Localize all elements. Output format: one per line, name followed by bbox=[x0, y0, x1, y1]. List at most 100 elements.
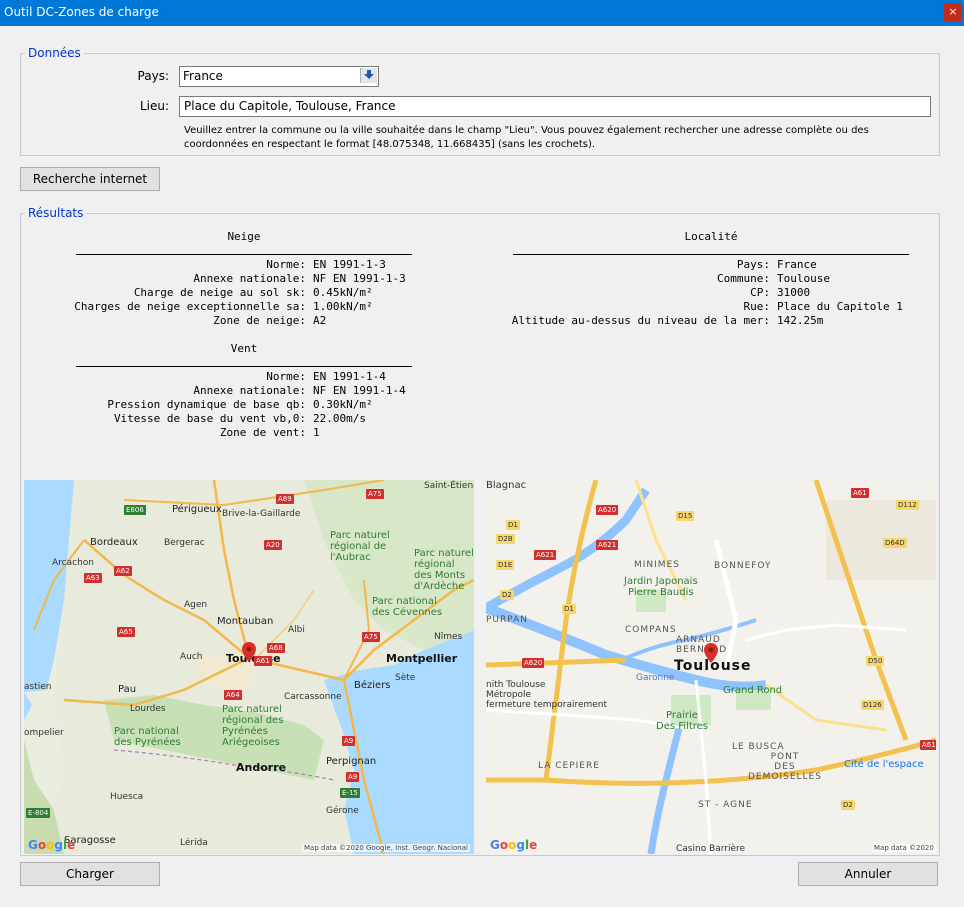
map-attribution: Map data ©2020 bbox=[872, 844, 936, 852]
localite-value: France bbox=[777, 258, 817, 271]
neige-key: Charge de neige au sol sk: bbox=[133, 286, 306, 299]
map-label-compans: COMPANS bbox=[625, 625, 677, 635]
map-label-st-agne: ST - AGNE bbox=[698, 800, 753, 810]
resultats-legend: Résultats bbox=[28, 206, 84, 220]
dropdown-arrow-icon[interactable] bbox=[360, 68, 377, 83]
map-label-bordeaux: Bordeaux bbox=[90, 537, 138, 548]
map-label-nimes: Nîmes bbox=[434, 632, 463, 642]
road-tag: A621 bbox=[534, 550, 557, 560]
map-label-blagnac: Blagnac bbox=[486, 480, 527, 491]
road-tag: D15 bbox=[676, 511, 695, 521]
road-tag: A65 bbox=[117, 627, 135, 637]
vent-key: Zone de vent: bbox=[219, 426, 306, 439]
road-tag: A20 bbox=[264, 540, 282, 550]
road-tag: D50 bbox=[866, 656, 885, 666]
map-label-sete: Sète bbox=[395, 673, 416, 683]
map-label-agen: Agen bbox=[184, 600, 208, 610]
road-tag: A62 bbox=[114, 566, 132, 576]
road-tag: A68 bbox=[267, 643, 285, 653]
road-tag: D2 bbox=[841, 800, 855, 810]
map-label-arnaud: ARNAUD BERNARD bbox=[676, 635, 728, 655]
close-icon[interactable]: × bbox=[944, 3, 962, 21]
neige-value: NF EN 1991-1-3 bbox=[313, 272, 406, 285]
map-label-jardin: Jardin Japonais Pierre Baudis bbox=[624, 576, 698, 598]
map-attribution: Map data ©2020 Google, Inst. Geogr. Naci… bbox=[302, 844, 470, 852]
map-label-auch: Auch bbox=[180, 652, 203, 662]
localite-key: Pays: bbox=[736, 258, 770, 271]
localite-value: Place du Capitole 1 bbox=[777, 300, 903, 313]
map-label-cepiere: LA CEPIERE bbox=[538, 761, 600, 771]
vent-title: Vent bbox=[230, 342, 258, 355]
map-label-andorre: Andorre bbox=[236, 761, 287, 774]
neige-value: A2 bbox=[313, 314, 327, 327]
recherche-internet-button[interactable]: Recherche internet bbox=[20, 167, 160, 191]
map-label-garonne: Garonne bbox=[636, 673, 675, 683]
road-tag: E-804 bbox=[26, 808, 51, 818]
neige-key: Annexe nationale: bbox=[193, 272, 306, 285]
neige-key: Zone de neige: bbox=[213, 314, 306, 327]
road-tag: A75 bbox=[366, 489, 384, 499]
localite-key: Commune: bbox=[717, 272, 770, 285]
localite-value: 31000 bbox=[777, 286, 811, 299]
road-tag: D1 bbox=[506, 520, 520, 530]
road-tag: A620 bbox=[522, 658, 545, 668]
map-label-huesca: Huesca bbox=[110, 792, 144, 802]
map-label-minimes: MINIMES bbox=[634, 560, 680, 570]
road-tag: A61 bbox=[920, 740, 936, 750]
road-tag: A75 bbox=[362, 632, 380, 642]
vent-key: Pression dynamique de base qb: bbox=[107, 398, 306, 411]
pays-label: Pays: bbox=[137, 69, 169, 83]
map-label-bergerac: Bergerac bbox=[164, 538, 205, 548]
road-tag: D112 bbox=[896, 500, 919, 510]
map-label-lourdes: Lourdes bbox=[130, 704, 166, 714]
localite-value: Toulouse bbox=[777, 272, 830, 285]
map-label-park-cevennes: Parc national des Cévennes bbox=[372, 596, 443, 618]
charger-button[interactable]: Charger bbox=[20, 862, 160, 886]
map-label-bonnefoy: BONNEFOY bbox=[714, 561, 772, 571]
road-tag: A621 bbox=[596, 540, 619, 550]
localite-rule bbox=[513, 254, 909, 255]
vent-value: 0.30kN/m² bbox=[313, 398, 373, 411]
map-label-busca: LE BUSCA bbox=[732, 742, 785, 752]
neige-value: EN 1991-1-3 bbox=[313, 258, 386, 271]
map-label-brive: Brive-la-Gaillarde bbox=[222, 509, 301, 519]
map-label-albi: Albi bbox=[288, 625, 305, 635]
neige-value: 1.00kN/m² bbox=[313, 300, 373, 313]
pays-select[interactable]: France bbox=[179, 66, 379, 87]
road-tag: A9 bbox=[346, 772, 360, 782]
hint-line-2: coordonnées en respectant le format [48.… bbox=[184, 139, 596, 150]
map-label-saint-etienne: Saint-Étienne bbox=[424, 481, 474, 491]
lieu-input[interactable] bbox=[180, 97, 928, 115]
road-tag: A9 bbox=[342, 736, 356, 746]
road-tag: A63 bbox=[84, 573, 102, 583]
map-label-arcachon: Arcachon bbox=[52, 558, 94, 568]
map-label-montauban: Montauban bbox=[217, 616, 274, 627]
road-tag: D2 bbox=[500, 590, 514, 600]
location-pin-icon[interactable] bbox=[242, 642, 256, 662]
map-label-lerida: Lérida bbox=[180, 838, 208, 848]
google-logo: Google bbox=[490, 838, 538, 852]
lieu-field[interactable] bbox=[179, 96, 931, 117]
neige-rule bbox=[76, 254, 412, 255]
map-label-park-pyrenees: Parc national des Pyrénées bbox=[114, 726, 181, 748]
city-map[interactable]: Blagnac MINIMES BONNEFOY Jardin Japonais… bbox=[486, 480, 936, 854]
lieu-hint: Veuillez entrer la commune ou la ville s… bbox=[184, 124, 914, 152]
road-tag: D64D bbox=[883, 538, 907, 548]
vent-value: 1 bbox=[313, 426, 320, 439]
window-title: Outil DC-Zones de charge bbox=[4, 5, 159, 19]
location-pin-icon[interactable] bbox=[704, 643, 718, 663]
hint-line-1: Veuillez entrer la commune ou la ville s… bbox=[184, 125, 869, 136]
road-tag: D1E bbox=[496, 560, 515, 570]
map-label-montpellier: Montpellier bbox=[386, 652, 458, 665]
region-map[interactable]: Saint-Étienne Périgueux Brive-la-Gaillar… bbox=[24, 480, 474, 854]
localite-title: Localité bbox=[684, 230, 738, 243]
map-label-carcassonne: Carcassonne bbox=[284, 692, 342, 702]
pays-value: France bbox=[183, 69, 223, 83]
road-tag: A620 bbox=[596, 505, 619, 515]
annuler-button[interactable]: Annuler bbox=[798, 862, 938, 886]
road-tag: A64 bbox=[224, 690, 242, 700]
map-label-perpignan: Perpignan bbox=[326, 756, 377, 767]
map-label-perigueux: Périgueux bbox=[172, 504, 222, 515]
road-tag: A61 bbox=[254, 656, 272, 666]
localite-key: CP: bbox=[750, 286, 770, 299]
